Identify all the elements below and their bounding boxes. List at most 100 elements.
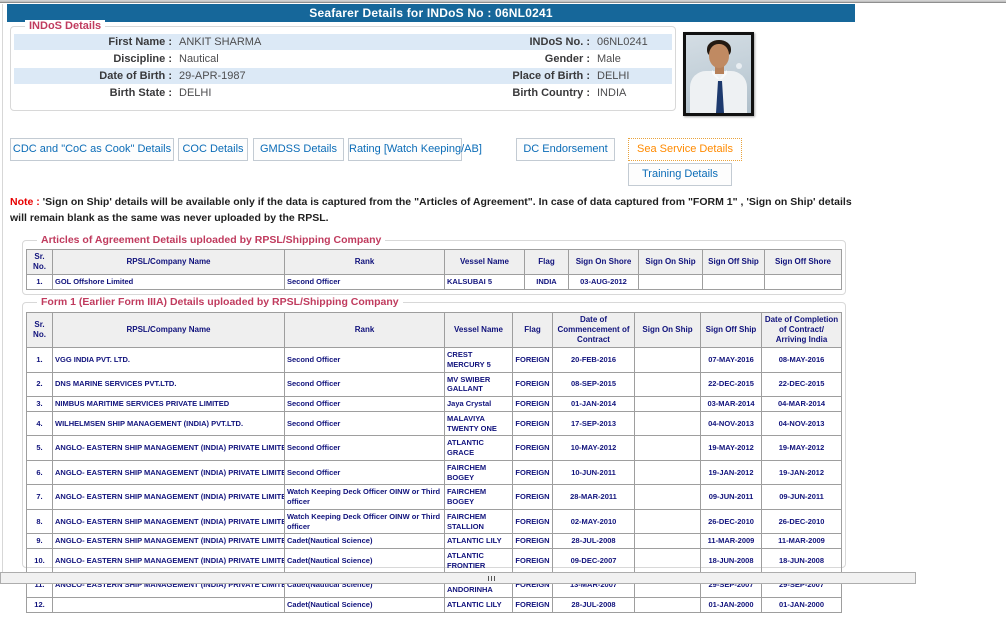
table-cell: 17-SEP-2013 xyxy=(553,411,635,436)
table-cell: 7. xyxy=(27,485,53,510)
table-cell xyxy=(765,275,842,290)
tab-sea-service-details[interactable]: Sea Service Details xyxy=(628,138,742,161)
table-cell: KALSUBAI 5 xyxy=(445,275,525,290)
tab-dc-endorsement[interactable]: DC Endorsement xyxy=(516,138,615,161)
table-header-row: Sr. No.RPSL/Company NameRankVessel NameF… xyxy=(27,313,842,348)
bottom-frame-splitter[interactable] xyxy=(0,572,916,584)
table-cell: FOREIGN xyxy=(513,436,553,461)
table-cell: 09-JUN-2011 xyxy=(701,485,762,510)
table-cell: 10. xyxy=(27,549,53,574)
table-cell xyxy=(635,397,701,412)
table-cell: Second Officer xyxy=(285,348,445,373)
form1-details-fieldset: Form 1 (Earlier Form IIIA) Details uploa… xyxy=(22,302,846,568)
table-cell: Second Officer xyxy=(285,397,445,412)
table-cell: ANGLO- EASTERN SHIP MANAGEMENT (INDIA) P… xyxy=(53,509,285,534)
table-cell: 08-MAY-2016 xyxy=(762,348,842,373)
table-cell: 1. xyxy=(27,348,53,373)
tab-coc-details[interactable]: COC Details xyxy=(178,138,248,161)
table-cell: CREST MERCURY 5 xyxy=(445,348,513,373)
birth-state-label: Birth State : xyxy=(14,87,172,99)
table-cell: ANGLO- EASTERN SHIP MANAGEMENT (INDIA) P… xyxy=(53,436,285,461)
table-cell: 3. xyxy=(27,397,53,412)
table-cell: FAIRCHEM BOGEY xyxy=(445,460,513,485)
table-cell: FAIRCHEM STALLION xyxy=(445,509,513,534)
table-cell: 10-MAY-2012 xyxy=(553,436,635,461)
table-cell: ANGLO- EASTERN SHIP MANAGEMENT (INDIA) P… xyxy=(53,534,285,549)
articles-of-agreement-table: Sr. No.RPSL/Company NameRankVessel NameF… xyxy=(26,249,842,290)
table-cell xyxy=(635,534,701,549)
column-header: Date of Completion of Contract/ Arriving… xyxy=(762,313,842,348)
table-cell xyxy=(635,549,701,574)
table-cell: 04-NOV-2013 xyxy=(762,411,842,436)
column-header: Sr. No. xyxy=(27,313,53,348)
detail-row-first-name: First Name : ANKIT SHARMA INDoS No. : 06… xyxy=(14,34,672,50)
birth-country-label: Birth Country : xyxy=(434,87,590,99)
table-cell: DNS MARINE SERVICES PVT.LTD. xyxy=(53,372,285,397)
first-name-value: ANKIT SHARMA xyxy=(172,36,434,48)
tab-gmdss-details[interactable]: GMDSS Details xyxy=(253,138,344,161)
table-header-row: Sr. No.RPSL/Company NameRankVessel NameF… xyxy=(27,250,842,275)
table-cell: 1. xyxy=(27,275,53,290)
table-cell: Watch Keeping Deck Officer OINW or Third… xyxy=(285,485,445,510)
table-cell: 22-DEC-2015 xyxy=(701,372,762,397)
note-text: Note : 'Sign on Ship' details will be av… xyxy=(10,194,852,227)
column-header: RPSL/Company Name xyxy=(53,250,285,275)
table-cell: 18-JUN-2008 xyxy=(762,549,842,574)
table-cell: FOREIGN xyxy=(513,534,553,549)
gender-label: Gender : xyxy=(434,53,590,65)
table-cell: 01-JAN-2000 xyxy=(762,598,842,613)
column-header: Vessel Name xyxy=(445,250,525,275)
photo-face xyxy=(709,44,729,68)
table-row: 7.ANGLO- EASTERN SHIP MANAGEMENT (INDIA)… xyxy=(27,485,842,510)
column-header: Sign Off Ship xyxy=(701,313,762,348)
table-cell: FOREIGN xyxy=(513,549,553,574)
seafarer-photo xyxy=(683,32,754,116)
table-cell: Cadet(Nautical Science) xyxy=(285,549,445,574)
table-cell: 07-MAY-2016 xyxy=(701,348,762,373)
table-cell: ATLANTIC LILY xyxy=(445,598,513,613)
table-cell: MALAVIYA TWENTY ONE xyxy=(445,411,513,436)
column-header: Flag xyxy=(513,313,553,348)
birth-country-value: INDIA xyxy=(590,87,672,99)
table-cell: 9. xyxy=(27,534,53,549)
articles-of-agreement-legend: Articles of Agreement Details uploaded b… xyxy=(37,234,385,246)
table-cell: 02-MAY-2010 xyxy=(553,509,635,534)
table-cell: FAIRCHEM BOGEY xyxy=(445,485,513,510)
table-row: 5.ANGLO- EASTERN SHIP MANAGEMENT (INDIA)… xyxy=(27,436,842,461)
table-cell: ANGLO- EASTERN SHIP MANAGEMENT (INDIA) P… xyxy=(53,485,285,510)
column-header: Sign Off Shore xyxy=(765,250,842,275)
birth-state-value: DELHI xyxy=(172,87,434,99)
date-of-birth-value: 29-APR-1987 xyxy=(172,70,434,82)
tab-bar: CDC and "CoC as Cook" Details COC Detail… xyxy=(10,138,856,188)
table-cell: 10-JUN-2011 xyxy=(553,460,635,485)
table-row: 12.Cadet(Nautical Science)ATLANTIC LILYF… xyxy=(27,598,842,613)
indos-no-value: 06NL0241 xyxy=(590,36,672,48)
top-frame-splitter[interactable] xyxy=(0,0,1006,3)
table-cell xyxy=(635,372,701,397)
table-cell: FOREIGN xyxy=(513,460,553,485)
table-cell: 20-FEB-2016 xyxy=(553,348,635,373)
table-row: 9.ANGLO- EASTERN SHIP MANAGEMENT (INDIA)… xyxy=(27,534,842,549)
table-cell: FOREIGN xyxy=(513,411,553,436)
tab-training-details[interactable]: Training Details xyxy=(628,163,732,186)
table-cell: Second Officer xyxy=(285,436,445,461)
table-cell xyxy=(635,411,701,436)
table-cell: 04-MAR-2014 xyxy=(762,397,842,412)
tab-cdc-coc-as-cook-details[interactable]: CDC and "CoC as Cook" Details xyxy=(10,138,174,161)
column-header: RPSL/Company Name xyxy=(53,313,285,348)
table-cell: Second Officer xyxy=(285,275,445,290)
table-cell: Cadet(Nautical Science) xyxy=(285,598,445,613)
column-header: Sign Off Ship xyxy=(703,250,765,275)
table-cell: 28-MAR-2011 xyxy=(553,485,635,510)
table-cell xyxy=(635,598,701,613)
table-cell: ANGLO- EASTERN SHIP MANAGEMENT (INDIA) P… xyxy=(53,460,285,485)
table-cell: FOREIGN xyxy=(513,348,553,373)
table-cell: 28-JUL-2008 xyxy=(553,534,635,549)
table-row: 6.ANGLO- EASTERN SHIP MANAGEMENT (INDIA)… xyxy=(27,460,842,485)
tab-rating-watch-keeping-ab[interactable]: Rating [Watch Keeping/AB] xyxy=(348,138,462,161)
table-cell: 8. xyxy=(27,509,53,534)
table-cell: GOL Offshore Limited xyxy=(53,275,285,290)
table-cell xyxy=(635,348,701,373)
indos-details-legend: INDoS Details xyxy=(25,20,105,32)
photo-image xyxy=(686,35,751,113)
